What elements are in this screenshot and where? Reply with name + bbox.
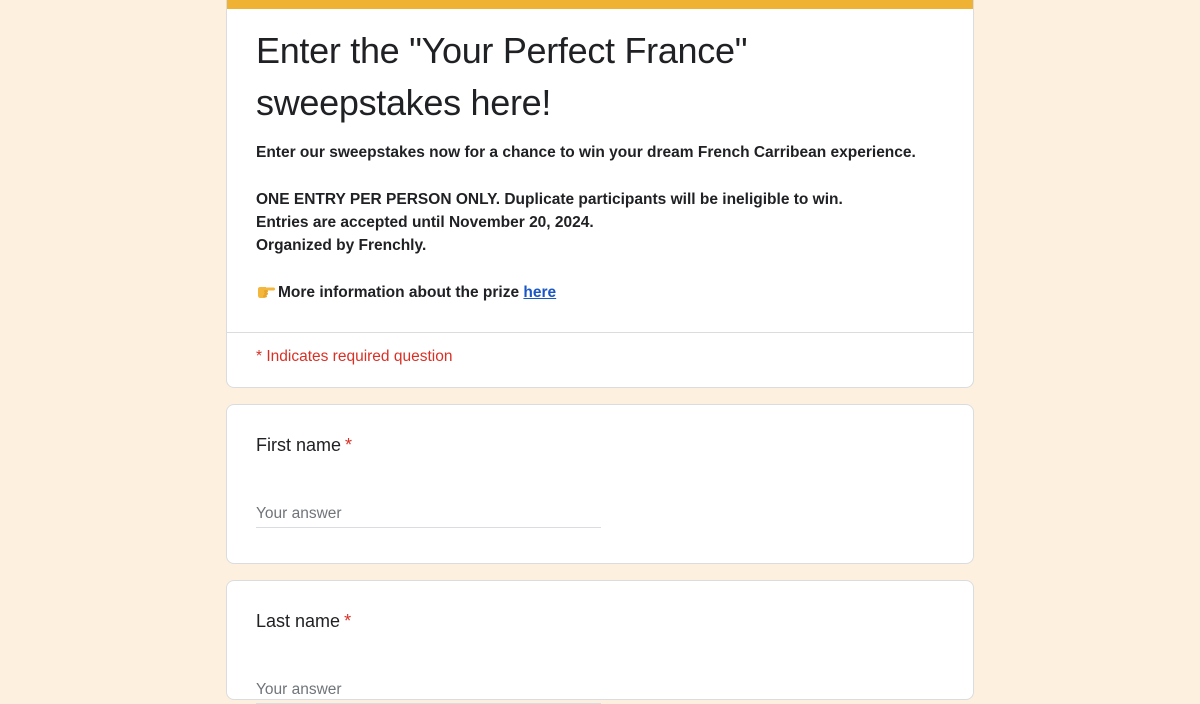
- required-asterisk: *: [345, 435, 353, 455]
- description-gap: [256, 257, 956, 280]
- form-title: Enter the "Your Perfect France" sweepsta…: [256, 30, 748, 123]
- last-name-input[interactable]: [256, 677, 601, 704]
- description-line: Entries are accepted until November 20, …: [256, 213, 594, 231]
- question-label-first-name: First name *: [256, 435, 352, 456]
- description-line: Enter our sweepstakes now for a chance t…: [256, 144, 916, 161]
- form-description: Enter our sweepstakes now for a chance t…: [256, 141, 956, 304]
- prize-info-link[interactable]: here: [523, 284, 556, 301]
- question-card-first-name: First name *: [226, 404, 974, 564]
- form-header-card: Enter the "Your Perfect France" sweepsta…: [226, 0, 974, 388]
- description-gap: [256, 164, 956, 187]
- question-card-last-name: Last name *: [226, 580, 974, 704]
- pointing-right-icon: [258, 286, 275, 298]
- question-label-last-name: Last name *: [256, 611, 351, 632]
- prize-info-line: More information about the prize here: [256, 281, 956, 304]
- description-line: Organized by Frenchly.: [256, 237, 427, 255]
- description-line: ONE ENTRY PER PERSON ONLY. Duplicate par…: [256, 190, 843, 208]
- required-question-note: * Indicates required question: [256, 348, 453, 365]
- prize-info-text: More information about the prize: [278, 283, 524, 301]
- header-divider: [227, 332, 973, 333]
- question-title: Last name: [256, 611, 341, 631]
- first-name-input[interactable]: [256, 501, 601, 528]
- accent-bar: [227, 0, 973, 9]
- question-title: First name: [256, 435, 342, 455]
- required-asterisk: *: [344, 611, 352, 631]
